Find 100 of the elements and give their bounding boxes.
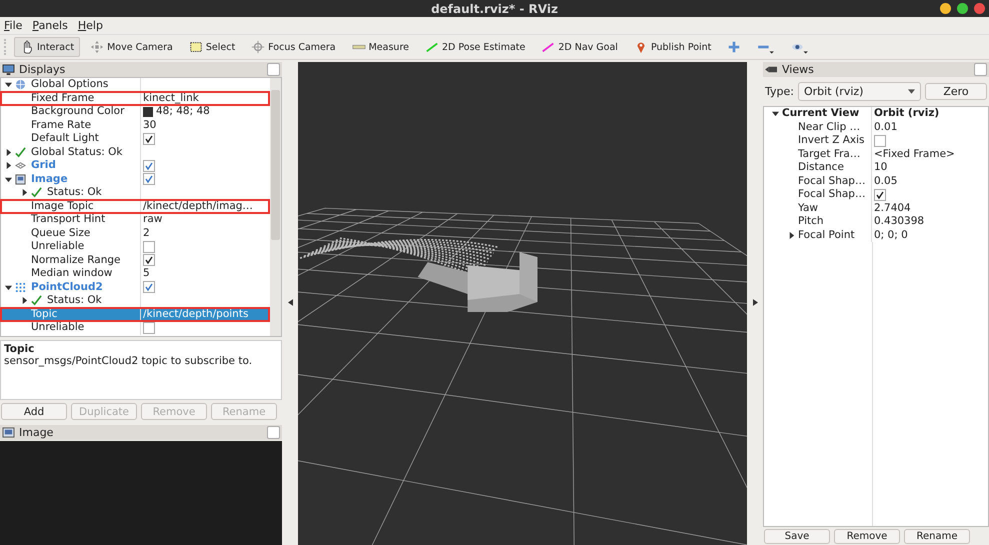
- toolbar-button[interactable]: Move Camera: [84, 37, 179, 57]
- tree-row[interactable]: Yaw 2.7404: [764, 202, 988, 215]
- tree-row[interactable]: Normalize Range: [1, 254, 269, 267]
- minimize-button[interactable]: [940, 3, 951, 14]
- tree-row[interactable]: Near Clip … 0.01: [764, 120, 988, 134]
- property-name: Global Status: Ok: [31, 146, 123, 159]
- checkbox[interactable]: [143, 132, 155, 145]
- caret-icon: [908, 89, 915, 94]
- expand-arrow-icon[interactable]: [4, 81, 12, 88]
- close-button[interactable]: [974, 3, 985, 14]
- checkbox[interactable]: [143, 254, 155, 266]
- select-icon: [188, 40, 203, 54]
- panel-title: Views: [782, 63, 815, 76]
- property-name: Normalize Range: [31, 254, 120, 267]
- property-name: Frame Rate: [31, 118, 92, 132]
- expand-arrow-icon[interactable]: [4, 284, 12, 291]
- property-value: 2.7404: [874, 202, 911, 215]
- zero-button[interactable]: Zero: [925, 83, 987, 100]
- toolbar-button[interactable]: 2D Nav Goal: [535, 37, 624, 57]
- property-value: 2: [143, 226, 150, 240]
- tree-row[interactable]: Focal Shap… 0.05: [764, 174, 988, 188]
- property-name: Near Clip …: [798, 120, 860, 134]
- tree-row[interactable]: Image: [1, 172, 269, 186]
- menu-item[interactable]: Help: [78, 19, 103, 32]
- toolbar-button[interactable]: Interact: [14, 37, 80, 57]
- panel-title: Displays: [19, 63, 66, 76]
- collapse-arrow-icon[interactable]: [288, 299, 292, 306]
- scrollbar[interactable]: [270, 78, 281, 336]
- panel-button[interactable]: Add: [1, 403, 67, 420]
- menu-item[interactable]: Panels: [32, 19, 68, 32]
- expand-arrow-icon[interactable]: [4, 162, 12, 170]
- checkbox[interactable]: [143, 160, 155, 172]
- tree-row[interactable]: Global Options: [1, 78, 269, 92]
- tree-row[interactable]: Focal Shap…: [764, 188, 988, 202]
- panel-button[interactable]: Remove: [834, 529, 900, 544]
- tree-row[interactable]: Unreliable: [1, 240, 269, 254]
- property-name: Invert Z Axis: [798, 134, 865, 148]
- property-name: Target Fra…: [798, 148, 860, 161]
- property-value: 30: [143, 118, 156, 132]
- tree-row[interactable]: Target Fra… <Fixed Frame>: [764, 148, 988, 161]
- plus-icon: [727, 40, 742, 54]
- tree-row[interactable]: Status: Ok: [1, 186, 269, 200]
- description-text: sensor_msgs/PointCloud2 topic to subscribe to.: [4, 355, 254, 367]
- toolbar-button[interactable]: 2D Pose Estimate: [418, 37, 532, 57]
- tree-row[interactable]: PointCloud2: [1, 280, 269, 294]
- tree-row[interactable]: Transport Hint raw: [1, 213, 269, 226]
- panel-button[interactable]: Rename: [904, 529, 970, 544]
- expand-arrow-icon[interactable]: [752, 299, 758, 306]
- property-value: Orbit (rviz): [874, 107, 940, 120]
- property-value: 10: [874, 161, 888, 174]
- tree-row[interactable]: Image Topic /kinect/depth/imag…: [1, 200, 269, 213]
- tree-row[interactable]: Focal Point 0; 0; 0: [764, 228, 988, 242]
- checkbox[interactable]: [143, 240, 155, 253]
- toolbar-button[interactable]: Measure: [346, 37, 415, 57]
- checkbox[interactable]: [143, 281, 155, 294]
- checkbox[interactable]: [143, 322, 155, 334]
- tree-row[interactable]: Distance 10: [764, 161, 988, 174]
- tree-row[interactable]: Default Light: [1, 132, 269, 146]
- tree-row[interactable]: Background Color 48; 48; 48: [1, 105, 269, 118]
- tree-row[interactable]: Grid: [1, 159, 269, 172]
- checkmark-icon: [15, 146, 26, 158]
- type-dropdown[interactable]: Orbit (rviz): [798, 82, 921, 101]
- tree-row[interactable]: Median window 5: [1, 267, 269, 280]
- tree-row[interactable]: Topic /kinect/depth/points: [1, 308, 269, 321]
- property-value: 5: [143, 267, 150, 280]
- checkbox[interactable]: [143, 173, 155, 186]
- property-name: Median window: [31, 267, 112, 280]
- tree-row[interactable]: Fixed Frame kinect_link: [1, 92, 269, 105]
- property-value: <Fixed Frame>: [874, 148, 955, 161]
- expand-arrow-icon[interactable]: [772, 110, 778, 118]
- menu-item[interactable]: File: [4, 19, 22, 32]
- toolbar-button[interactable]: Select: [182, 37, 242, 57]
- expand-arrow-icon[interactable]: [4, 176, 12, 183]
- property-value: 0.430398: [874, 215, 924, 228]
- tree-row[interactable]: Unreliable: [1, 321, 269, 334]
- property-value: kinect_link: [143, 92, 199, 105]
- toolbar-button[interactable]: Publish Point: [628, 37, 718, 57]
- panel-button[interactable]: Save: [764, 529, 830, 544]
- tree-row[interactable]: Pitch 0.430398: [764, 215, 988, 228]
- tree-row[interactable]: Queue Size 2: [1, 226, 269, 240]
- property-name: Image: [31, 172, 68, 186]
- tree-row[interactable]: Global Status: Ok: [1, 146, 269, 159]
- checkbox[interactable]: [874, 134, 886, 147]
- expand-arrow-icon[interactable]: [788, 232, 794, 239]
- tree-row[interactable]: Invert Z Axis: [764, 134, 988, 148]
- expand-arrow-icon[interactable]: [4, 148, 12, 156]
- property-name: Image Topic: [31, 200, 94, 213]
- property-name: Focal Point: [798, 228, 855, 242]
- property-name: PointCloud2: [31, 280, 103, 294]
- maximize-button[interactable]: [957, 3, 968, 14]
- image-icon: [2, 427, 15, 438]
- tree-row[interactable]: Current View Orbit (rviz): [764, 107, 988, 120]
- property-name: Status: Ok: [47, 186, 102, 200]
- tree-row[interactable]: Frame Rate 30: [1, 118, 269, 132]
- expand-arrow-icon[interactable]: [20, 189, 28, 196]
- property-name: Queue Size: [31, 226, 90, 240]
- monitor-icon: [2, 64, 15, 75]
- expand-arrow-icon[interactable]: [20, 297, 28, 304]
- toolbar-button[interactable]: Focus Camera: [245, 37, 342, 57]
- checkbox[interactable]: [874, 188, 886, 201]
